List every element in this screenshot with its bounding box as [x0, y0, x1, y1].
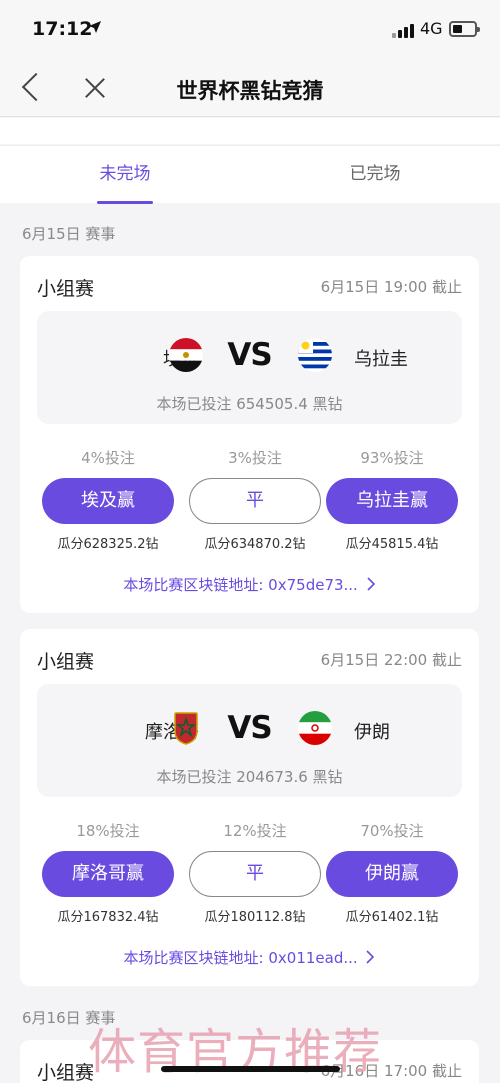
status-time: 17:12: [32, 18, 93, 40]
bet-option-draw: 12%投注 平 瓜分180112.8钻: [189, 821, 321, 925]
bet-option-draw: 3%投注 平 瓜分634870.2钻: [189, 448, 321, 552]
bet-split: 瓜分634870.2钻: [204, 537, 306, 552]
chevron-right-icon: [367, 577, 375, 591]
tab-ongoing[interactable]: 未完场: [0, 146, 250, 204]
bet-split: 瓜分45815.4钻: [345, 537, 439, 552]
bet-percent: 18%投注: [76, 822, 140, 840]
match-card: 小组赛 6月15日 22:00 截止 摩洛哥 VS 伊朗 本场已投注 20467…: [20, 629, 479, 986]
chain-address-link[interactable]: 本场比赛区块链地址: 0x75de73...: [20, 574, 479, 595]
status-bar: 17:12 4G: [0, 0, 500, 60]
pool-total: 本场已投注 654505.4 黑钻: [156, 395, 343, 413]
page-title: 世界杯黑钻竞猜: [176, 79, 324, 103]
header-spacer: [0, 118, 500, 144]
bet-percent: 12%投注: [223, 822, 287, 840]
bet-split: 瓜分628325.2钻: [57, 537, 159, 552]
away-team-name: 伊朗: [354, 722, 390, 743]
signal-icon: [392, 22, 414, 38]
bet-option-away: 93%投注 乌拉圭赢 瓜分45815.4钻: [326, 448, 458, 552]
bet-option-home: 18%投注 摩洛哥赢 瓜分167832.4钻: [42, 821, 174, 925]
bet-away-win-button[interactable]: 伊朗赢: [326, 851, 458, 897]
bet-home-win-button[interactable]: 埃及赢: [42, 478, 174, 524]
bet-percent: 70%投注: [360, 822, 424, 840]
battery-icon: [449, 21, 480, 37]
bet-percent: 3%投注: [228, 449, 282, 467]
network-type: 4G: [420, 19, 443, 38]
location-arrow-icon: [89, 21, 101, 33]
bet-percent: 93%投注: [360, 449, 424, 467]
bet-percent: 4%投注: [81, 449, 135, 467]
chain-address-text: 本场比赛区块链地址: 0x011ead...: [123, 949, 358, 967]
away-team-name: 乌拉圭: [354, 349, 408, 370]
bet-split: 瓜分180112.8钻: [204, 910, 306, 925]
uruguay-flag-icon: [298, 338, 332, 372]
nav-bar: 世界杯黑钻竞猜: [0, 60, 500, 117]
bet-option-away: 70%投注 伊朗赢 瓜分61402.1钻: [326, 821, 458, 925]
bet-split: 瓜分61402.1钻: [345, 910, 439, 925]
match-info-box: 埃及 VS 乌拉圭 本场已投注 654505.4 黑钻: [37, 311, 462, 424]
match-deadline: 6月15日 22:00 截止: [320, 651, 462, 669]
bet-draw-button[interactable]: 平: [189, 851, 321, 897]
section-date-label: 6月15日 赛事: [22, 225, 116, 243]
iran-flag-icon: [298, 711, 332, 745]
tab-bar: 未完场 已完场: [0, 145, 500, 204]
bet-option-home: 4%投注 埃及赢 瓜分628325.2钻: [42, 448, 174, 552]
chain-address-link[interactable]: 本场比赛区块链地址: 0x011ead...: [20, 947, 479, 968]
tab-finished[interactable]: 已完场: [250, 146, 500, 204]
chain-address-text: 本场比赛区块链地址: 0x75de73...: [123, 576, 358, 594]
match-deadline: 6月15日 19:00 截止: [320, 278, 462, 296]
chevron-right-icon: [366, 950, 375, 964]
home-indicator[interactable]: [161, 1066, 340, 1072]
match-stage: 小组赛: [37, 278, 95, 300]
bet-away-win-button[interactable]: 乌拉圭赢: [326, 478, 458, 524]
bet-split: 瓜分167832.4钻: [57, 910, 159, 925]
match-stage: 小组赛: [37, 1062, 95, 1083]
bet-home-win-button[interactable]: 摩洛哥赢: [42, 851, 174, 897]
match-card: 小组赛 6月15日 19:00 截止 埃及 VS 乌拉圭 本场已投注 65450…: [20, 256, 479, 613]
bet-draw-button[interactable]: 平: [189, 478, 321, 524]
vs-label: VS: [227, 710, 272, 746]
match-info-box: 摩洛哥 VS 伊朗 本场已投注 204673.6 黑钻: [37, 684, 462, 797]
match-stage: 小组赛: [37, 651, 95, 673]
pool-total: 本场已投注 204673.6 黑钻: [156, 768, 343, 786]
